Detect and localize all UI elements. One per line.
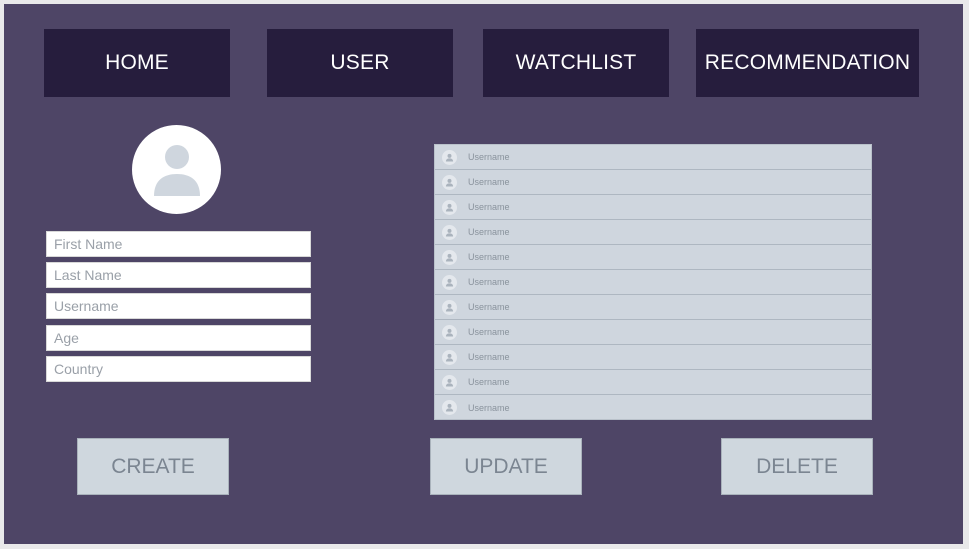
list-item-username: Username: [468, 377, 510, 387]
user-avatar-icon: [442, 249, 457, 265]
user-avatar-icon: [442, 299, 457, 315]
user-avatar-icon: [442, 374, 457, 390]
list-item-username: Username: [468, 202, 510, 212]
list-item[interactable]: Username: [435, 320, 871, 345]
list-item-username: Username: [468, 352, 510, 362]
list-item[interactable]: Username: [435, 270, 871, 295]
list-item[interactable]: Username: [435, 145, 871, 170]
list-item-username: Username: [468, 227, 510, 237]
list-item[interactable]: Username: [435, 395, 871, 419]
list-item[interactable]: Username: [435, 295, 871, 320]
user-avatar-icon: [442, 324, 457, 340]
first-name-field[interactable]: [46, 231, 311, 257]
last-name-field[interactable]: [46, 262, 311, 288]
delete-button[interactable]: DELETE: [721, 438, 873, 495]
nav-user-button[interactable]: USER: [267, 29, 453, 97]
nav-recommendation-button[interactable]: RECOMMENDATION: [696, 29, 919, 97]
list-item[interactable]: Username: [435, 170, 871, 195]
list-item[interactable]: Username: [435, 220, 871, 245]
user-avatar-icon: [442, 224, 457, 240]
user-avatar-icon: [442, 400, 457, 415]
username-field[interactable]: [46, 293, 311, 319]
list-item[interactable]: Username: [435, 245, 871, 270]
create-button[interactable]: CREATE: [77, 438, 229, 495]
user-avatar-icon: [442, 174, 457, 190]
list-item-username: Username: [468, 152, 510, 162]
user-avatar-icon: [442, 274, 457, 290]
list-item-username: Username: [468, 327, 510, 337]
user-list[interactable]: Username Username Username Username User…: [434, 144, 872, 420]
list-item[interactable]: Username: [435, 345, 871, 370]
list-item-username: Username: [468, 177, 510, 187]
list-item-username: Username: [468, 252, 510, 262]
list-item-username: Username: [468, 402, 510, 413]
list-item[interactable]: Username: [435, 370, 871, 395]
user-avatar-icon: [442, 149, 457, 165]
user-avatar-icon: [442, 349, 457, 365]
list-item-username: Username: [468, 277, 510, 287]
nav-home-button[interactable]: HOME: [44, 29, 230, 97]
app-frame: HOME USER WATCHLIST RECOMMENDATION Usern…: [4, 4, 963, 544]
user-avatar-icon: [442, 199, 457, 215]
country-field[interactable]: [46, 356, 311, 382]
user-avatar: [132, 125, 221, 214]
nav-watchlist-button[interactable]: WATCHLIST: [483, 29, 669, 97]
list-item[interactable]: Username: [435, 195, 871, 220]
list-item-username: Username: [468, 302, 510, 312]
age-field[interactable]: [46, 325, 311, 351]
user-avatar-icon: [153, 144, 200, 196]
update-button[interactable]: UPDATE: [430, 438, 582, 495]
